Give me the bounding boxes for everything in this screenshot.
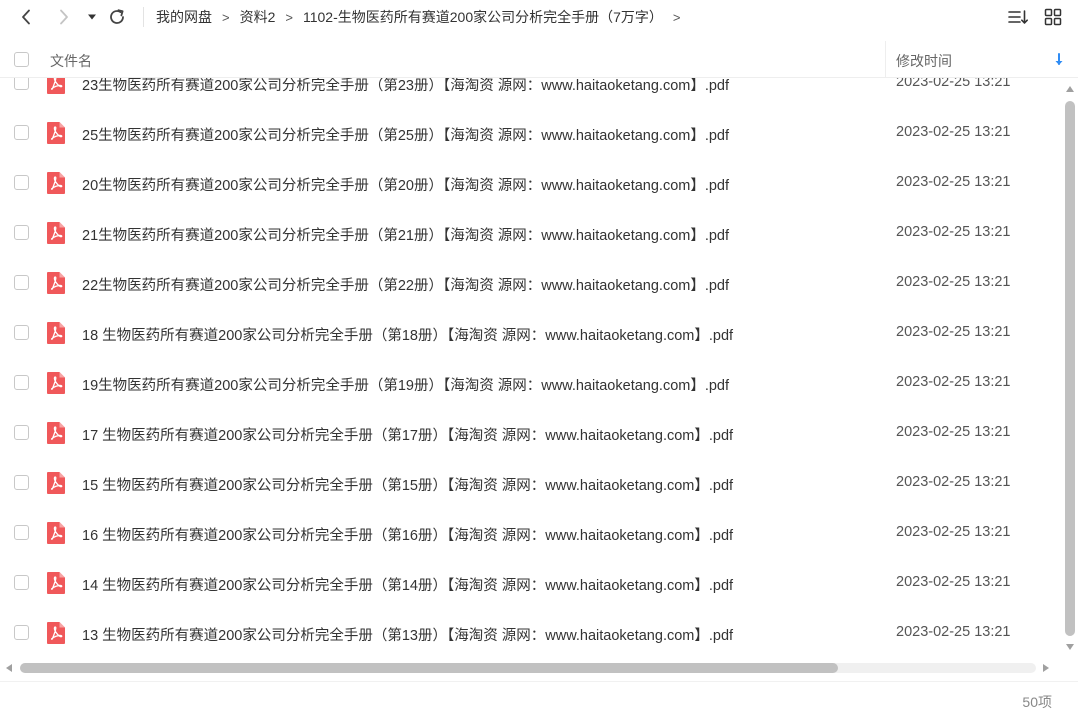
file-name[interactable]: 13 生物医药所有赛道200家公司分析完全手册（第13册）【海淘资 源网：www… [82, 624, 733, 645]
vertical-scrollbar[interactable] [1062, 78, 1078, 658]
toolbar-divider [143, 7, 144, 27]
view-mode-button[interactable] [1041, 5, 1065, 29]
pdf-file-icon [47, 422, 65, 444]
breadcrumb-item-root[interactable]: 我的网盘 [156, 7, 212, 27]
top-navigation-bar: 我的网盘 > 资料2 > 1102-生物医药所有赛道200家公司分析完全手册（7… [0, 0, 1078, 34]
breadcrumb-separator: > [285, 9, 293, 25]
chevron-right-icon [60, 9, 68, 25]
pdf-file-icon [47, 172, 65, 194]
file-row[interactable]: 15 生物医药所有赛道200家公司分析完全手册（第15册）【海淘资 源网：www… [0, 458, 1062, 508]
chevron-left-icon [22, 9, 30, 25]
file-row[interactable]: 20生物医药所有赛道200家公司分析完全手册（第20册）【海淘资 源网：www.… [0, 158, 1062, 208]
refresh-button[interactable] [106, 5, 128, 29]
caret-down-icon [88, 14, 96, 20]
pdf-file-icon [47, 622, 65, 644]
pdf-file-icon [47, 222, 65, 244]
file-row[interactable]: 19生物医药所有赛道200家公司分析完全手册（第19册）【海淘资 源网：www.… [0, 358, 1062, 408]
pdf-file-icon [47, 572, 65, 594]
file-modified-time: 2023-02-25 13:21 [896, 324, 1011, 340]
pdf-file-icon [47, 522, 65, 544]
file-row-checkbox[interactable] [14, 575, 29, 590]
file-row[interactable]: 22生物医药所有赛道200家公司分析完全手册（第22册）【海淘资 源网：www.… [0, 258, 1062, 308]
file-modified-time: 2023-02-25 13:21 [896, 424, 1011, 440]
sort-menu-button[interactable] [1006, 5, 1030, 29]
sort-arrow-down-icon[interactable] [1052, 52, 1066, 68]
file-row-checkbox[interactable] [14, 175, 29, 190]
file-row[interactable]: 17 生物医药所有赛道200家公司分析完全手册（第17册）【海淘资 源网：www… [0, 408, 1062, 458]
file-row[interactable]: 21生物医药所有赛道200家公司分析完全手册（第21册）【海淘资 源网：www.… [0, 208, 1062, 258]
sort-descending-icon [1008, 10, 1028, 24]
history-dropdown-button[interactable] [84, 5, 100, 29]
file-name[interactable]: 25生物医药所有赛道200家公司分析完全手册（第25册）【海淘资 源网：www.… [82, 124, 729, 145]
file-name[interactable]: 17 生物医药所有赛道200家公司分析完全手册（第17册）【海淘资 源网：www… [82, 424, 733, 445]
file-modified-time: 2023-02-25 13:21 [896, 78, 1011, 90]
file-row-checkbox[interactable] [14, 78, 29, 90]
horizontal-scrollbar[interactable] [0, 660, 1062, 676]
file-name[interactable]: 21生物医药所有赛道200家公司分析完全手册（第21册）【海淘资 源网：www.… [82, 224, 729, 245]
file-row[interactable]: 16 生物医药所有赛道200家公司分析完全手册（第16册）【海淘资 源网：www… [0, 508, 1062, 558]
file-name[interactable]: 20生物医药所有赛道200家公司分析完全手册（第20册）【海淘资 源网：www.… [82, 174, 729, 195]
file-name[interactable]: 19生物医药所有赛道200家公司分析完全手册（第19册）【海淘资 源网：www.… [82, 374, 729, 395]
file-row-checkbox[interactable] [14, 325, 29, 340]
file-name[interactable]: 15 生物医药所有赛道200家公司分析完全手册（第15册）【海淘资 源网：www… [82, 474, 733, 495]
scroll-right-arrow-icon[interactable] [1043, 664, 1049, 672]
column-divider[interactable] [885, 41, 886, 78]
breadcrumb: 我的网盘 > 资料2 > 1102-生物医药所有赛道200家公司分析完全手册（7… [156, 0, 691, 34]
file-row[interactable]: 13 生物医药所有赛道200家公司分析完全手册（第13册）【海淘资 源网：www… [0, 608, 1062, 658]
file-row[interactable]: 23生物医药所有赛道200家公司分析完全手册（第23册）【海淘资 源网：www.… [0, 78, 1062, 108]
scroll-down-arrow-icon[interactable] [1066, 644, 1074, 650]
grid-view-icon [1044, 8, 1062, 26]
file-list-header: 文件名 修改时间 [0, 41, 1078, 78]
scroll-left-arrow-icon[interactable] [6, 664, 12, 672]
file-name[interactable]: 14 生物医药所有赛道200家公司分析完全手册（第14册）【海淘资 源网：www… [82, 574, 733, 595]
item-count: 50项 [1022, 694, 1052, 710]
file-name[interactable]: 18 生物医药所有赛道200家公司分析完全手册（第18册）【海淘资 源网：www… [82, 324, 733, 345]
file-modified-time: 2023-02-25 13:21 [896, 174, 1011, 190]
breadcrumb-item-current[interactable]: 1102-生物医药所有赛道200家公司分析完全手册（7万字） [303, 7, 663, 27]
file-modified-time: 2023-02-25 13:21 [896, 124, 1011, 140]
file-row-checkbox[interactable] [14, 275, 29, 290]
pdf-file-icon [47, 78, 65, 94]
vertical-scrollbar-thumb[interactable] [1065, 101, 1075, 636]
breadcrumb-expand-arrow[interactable]: > [673, 10, 681, 25]
file-name[interactable]: 16 生物医药所有赛道200家公司分析完全手册（第16册）【海淘资 源网：www… [82, 524, 733, 545]
file-row-checkbox[interactable] [14, 525, 29, 540]
refresh-icon [110, 9, 124, 24]
file-list: 23生物医药所有赛道200家公司分析完全手册（第23册）【海淘资 源网：www.… [0, 78, 1062, 658]
pdf-file-icon [47, 472, 65, 494]
file-modified-time: 2023-02-25 13:21 [896, 374, 1011, 390]
file-row-checkbox[interactable] [14, 475, 29, 490]
file-row-checkbox[interactable] [14, 425, 29, 440]
back-button[interactable] [14, 5, 38, 29]
file-modified-time: 2023-02-25 13:21 [896, 474, 1011, 490]
file-row-checkbox[interactable] [14, 225, 29, 240]
column-header-modified-time[interactable]: 修改时间 [896, 51, 952, 71]
select-all-checkbox[interactable] [14, 52, 29, 67]
file-name[interactable]: 22生物医药所有赛道200家公司分析完全手册（第22册）【海淘资 源网：www.… [82, 274, 729, 295]
file-modified-time: 2023-02-25 13:21 [896, 274, 1011, 290]
file-row[interactable]: 18 生物医药所有赛道200家公司分析完全手册（第18册）【海淘资 源网：www… [0, 308, 1062, 358]
breadcrumb-separator: > [222, 9, 230, 25]
file-row-checkbox[interactable] [14, 375, 29, 390]
file-modified-time: 2023-02-25 13:21 [896, 224, 1011, 240]
pdf-file-icon [47, 372, 65, 394]
file-row-checkbox[interactable] [14, 625, 29, 640]
pdf-file-icon [47, 122, 65, 144]
pdf-file-icon [47, 272, 65, 294]
file-modified-time: 2023-02-25 13:21 [896, 524, 1011, 540]
file-modified-time: 2023-02-25 13:21 [896, 574, 1011, 590]
breadcrumb-item-folder[interactable]: 资料2 [240, 7, 276, 27]
footer-divider [0, 681, 1078, 682]
file-name[interactable]: 23生物医药所有赛道200家公司分析完全手册（第23册）【海淘资 源网：www.… [82, 78, 729, 95]
file-row[interactable]: 25生物医药所有赛道200家公司分析完全手册（第25册）【海淘资 源网：www.… [0, 108, 1062, 158]
file-modified-time: 2023-02-25 13:21 [896, 624, 1011, 640]
horizontal-scrollbar-thumb[interactable] [20, 663, 838, 673]
scroll-up-arrow-icon[interactable] [1066, 86, 1074, 92]
column-header-name[interactable]: 文件名 [50, 51, 92, 71]
forward-button[interactable] [52, 5, 76, 29]
pdf-file-icon [47, 322, 65, 344]
file-row[interactable]: 14 生物医药所有赛道200家公司分析完全手册（第14册）【海淘资 源网：www… [0, 558, 1062, 608]
file-row-checkbox[interactable] [14, 125, 29, 140]
